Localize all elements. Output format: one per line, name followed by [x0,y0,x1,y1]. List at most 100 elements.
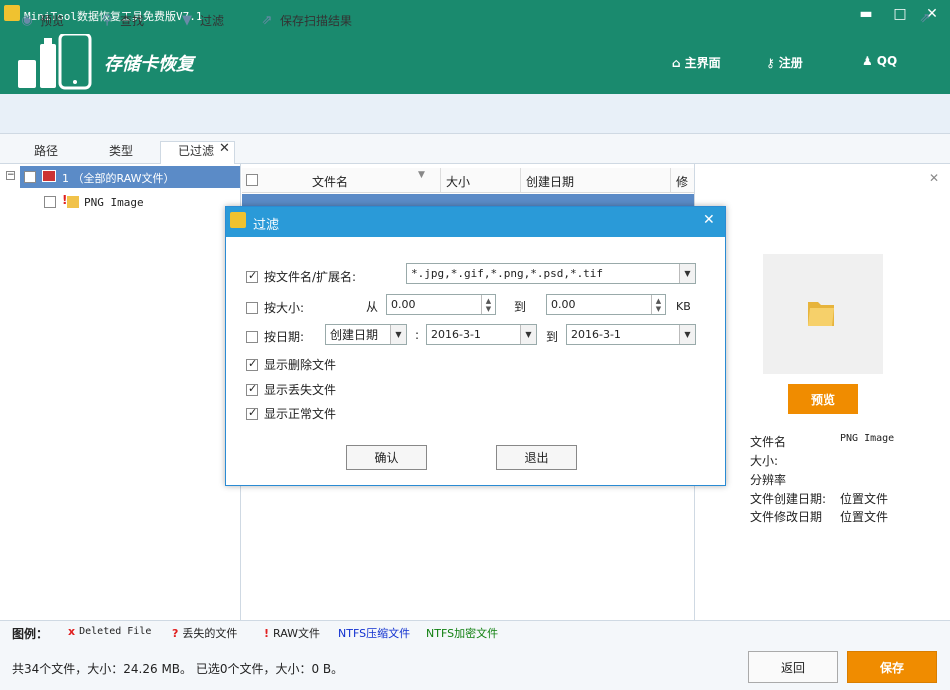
chevron-down-icon[interactable]: ▼ [390,325,406,344]
save-scan-button[interactable]: ⇗ 保存扫描结果 [260,12,352,29]
dialog-ok-button[interactable]: 确认 [346,445,427,470]
tree-root-checkbox[interactable] [24,171,36,183]
filter-name-checkbox[interactable] [246,269,258,283]
tab-path[interactable]: 路径 [34,142,58,159]
show-deleted-option[interactable]: 显示删除文件 [246,356,336,373]
show-lost-checkbox[interactable] [246,382,258,396]
home-link[interactable]: ⌂ 主界面 [672,54,721,71]
sort-icon: ▼ [418,170,425,180]
select-all-checkbox[interactable] [246,174,258,186]
chevron-down-icon[interactable]: ▼ [520,325,536,344]
date-from-picker[interactable]: 2016-3-1 ▼ [426,324,537,345]
search-icon: ⚲ [102,12,112,28]
preview-tool-button[interactable]: ◉ 预览 [20,12,64,29]
tab-type[interactable]: 类型 [109,142,133,159]
app-icon [4,5,20,21]
tree-panel [0,164,241,620]
folder-icon [67,196,79,208]
raw-exclaim-icon: ! [264,626,270,640]
filter-date-row: 按日期: [246,328,304,345]
chevron-down-icon[interactable]: ▼ [679,325,695,344]
share-button[interactable]: ⇗ [918,12,932,26]
filter-tool-label: 过滤 [200,14,225,28]
date-to-picker[interactable]: 2016-3-1 ▼ [566,324,696,345]
filter-name-value: *.jpg,*.gif,*.png,*.psd,*.tif [411,267,604,280]
filter-size-checkbox[interactable] [246,301,258,314]
chevron-down-icon[interactable]: ▼ [679,264,695,283]
col-created[interactable]: 创建日期 [526,173,574,190]
preview-close-icon[interactable]: ✕ [929,171,939,185]
minimize-button[interactable]: ▬ [856,6,876,22]
info-resolution-label: 分辨率 [750,473,787,487]
tab-filtered[interactable]: 已过滤 [178,142,214,159]
legend-ntfs-comp: NTFS压缩文件 [338,627,411,640]
col-size[interactable]: 大小 [446,173,470,190]
legend-deleted-label: Deleted File [79,626,152,637]
filter-name-combo[interactable]: *.jpg,*.gif,*.png,*.psd,*.tif ▼ [406,263,696,284]
tab-close-icon[interactable]: ✕ [219,141,230,156]
legend-title: 图例： [12,627,49,641]
find-tool-button[interactable]: ⚲ 查找 [100,12,144,29]
qq-link[interactable]: ♟ QQ [862,54,897,68]
info-modified-label: 文件修改日期 [750,510,823,524]
filter-name-label: 按文件名/扩展名: [264,270,357,284]
show-normal-label: 显示正常文件 [264,407,337,421]
find-tool-label: 查找 [120,14,145,28]
filter-date-checkbox[interactable] [246,330,258,343]
info-created-label: 文件创建日期: [750,492,827,506]
date-from-value: 2016-3-1 [431,328,481,341]
show-normal-option[interactable]: 显示正常文件 [246,405,336,422]
col-filename[interactable]: 文件名 [312,173,348,190]
dialog-exit-button[interactable]: 退出 [496,445,577,470]
size-from-input[interactable]: 0.00 ▲ ▼ [386,294,496,315]
preview-tool-label: 预览 [40,14,65,28]
show-deleted-label: 显示删除文件 [264,358,337,372]
dialog-app-icon [230,212,246,228]
legend-deleted: x Deleted File [68,625,151,638]
drive-icon [42,170,56,182]
tree-child-checkbox[interactable] [44,196,56,208]
home-label: 主界面 [684,56,721,70]
preview-button[interactable]: 预览 [788,384,858,414]
filter-size-label: 按大小: [264,301,305,315]
size-unit: KB [676,300,691,313]
lost-question-icon: ? [172,626,179,640]
info-name-value: PNG Image [840,433,895,444]
save-button[interactable]: 保存 [847,651,937,683]
col-separator [520,168,521,193]
back-button[interactable]: 返回 [748,651,838,683]
tree-child-label[interactable]: PNG Image [84,196,144,209]
date-to-label: 到 [546,330,559,344]
product-title: 存储卡恢复 [104,54,194,75]
maximize-button[interactable]: □ [890,6,910,22]
size-from-label: 从 [366,300,379,314]
legend-raw: ! RAW文件 [264,625,320,641]
toolbar [0,94,950,134]
dialog-close-icon[interactable]: ✕ [703,212,715,228]
filter-name-row: 按文件名/扩展名: [246,268,356,285]
filter-tool-button[interactable]: ▼ 过滤 [180,12,224,29]
legend-raw-label: RAW文件 [273,627,321,640]
legend-lost: ? 丢失的文件 [172,625,237,641]
date-type-select[interactable]: 创建日期 ▼ [325,324,407,345]
legend-ntfs-enc: NTFS加密文件 [426,627,499,640]
export-icon: ⇗ [261,12,273,28]
dialog-titlebar[interactable] [226,207,725,237]
register-link[interactable]: ⚷ 注册 [766,54,803,71]
size-from-spinner[interactable]: ▲ ▼ [481,295,495,314]
show-deleted-checkbox[interactable] [246,357,258,371]
deleted-x-icon: x [68,625,76,638]
show-lost-label: 显示丢失文件 [264,383,337,397]
show-normal-checkbox[interactable] [246,406,258,420]
col-modified[interactable]: 修 [676,173,688,190]
key-icon: ⚷ [766,55,775,70]
show-lost-option[interactable]: 显示丢失文件 [246,381,336,398]
date-colon: : [415,328,420,342]
info-modified-value: 位置文件 [840,510,889,524]
filter-date-label: 按日期: [264,330,305,344]
size-to-spinner[interactable]: ▲ ▼ [651,295,665,314]
size-to-input[interactable]: 0.00 ▲ ▼ [546,294,666,315]
size-to-label: 到 [514,300,527,314]
collapse-icon[interactable]: − [6,171,15,180]
size-from-value: 0.00 [391,298,416,311]
